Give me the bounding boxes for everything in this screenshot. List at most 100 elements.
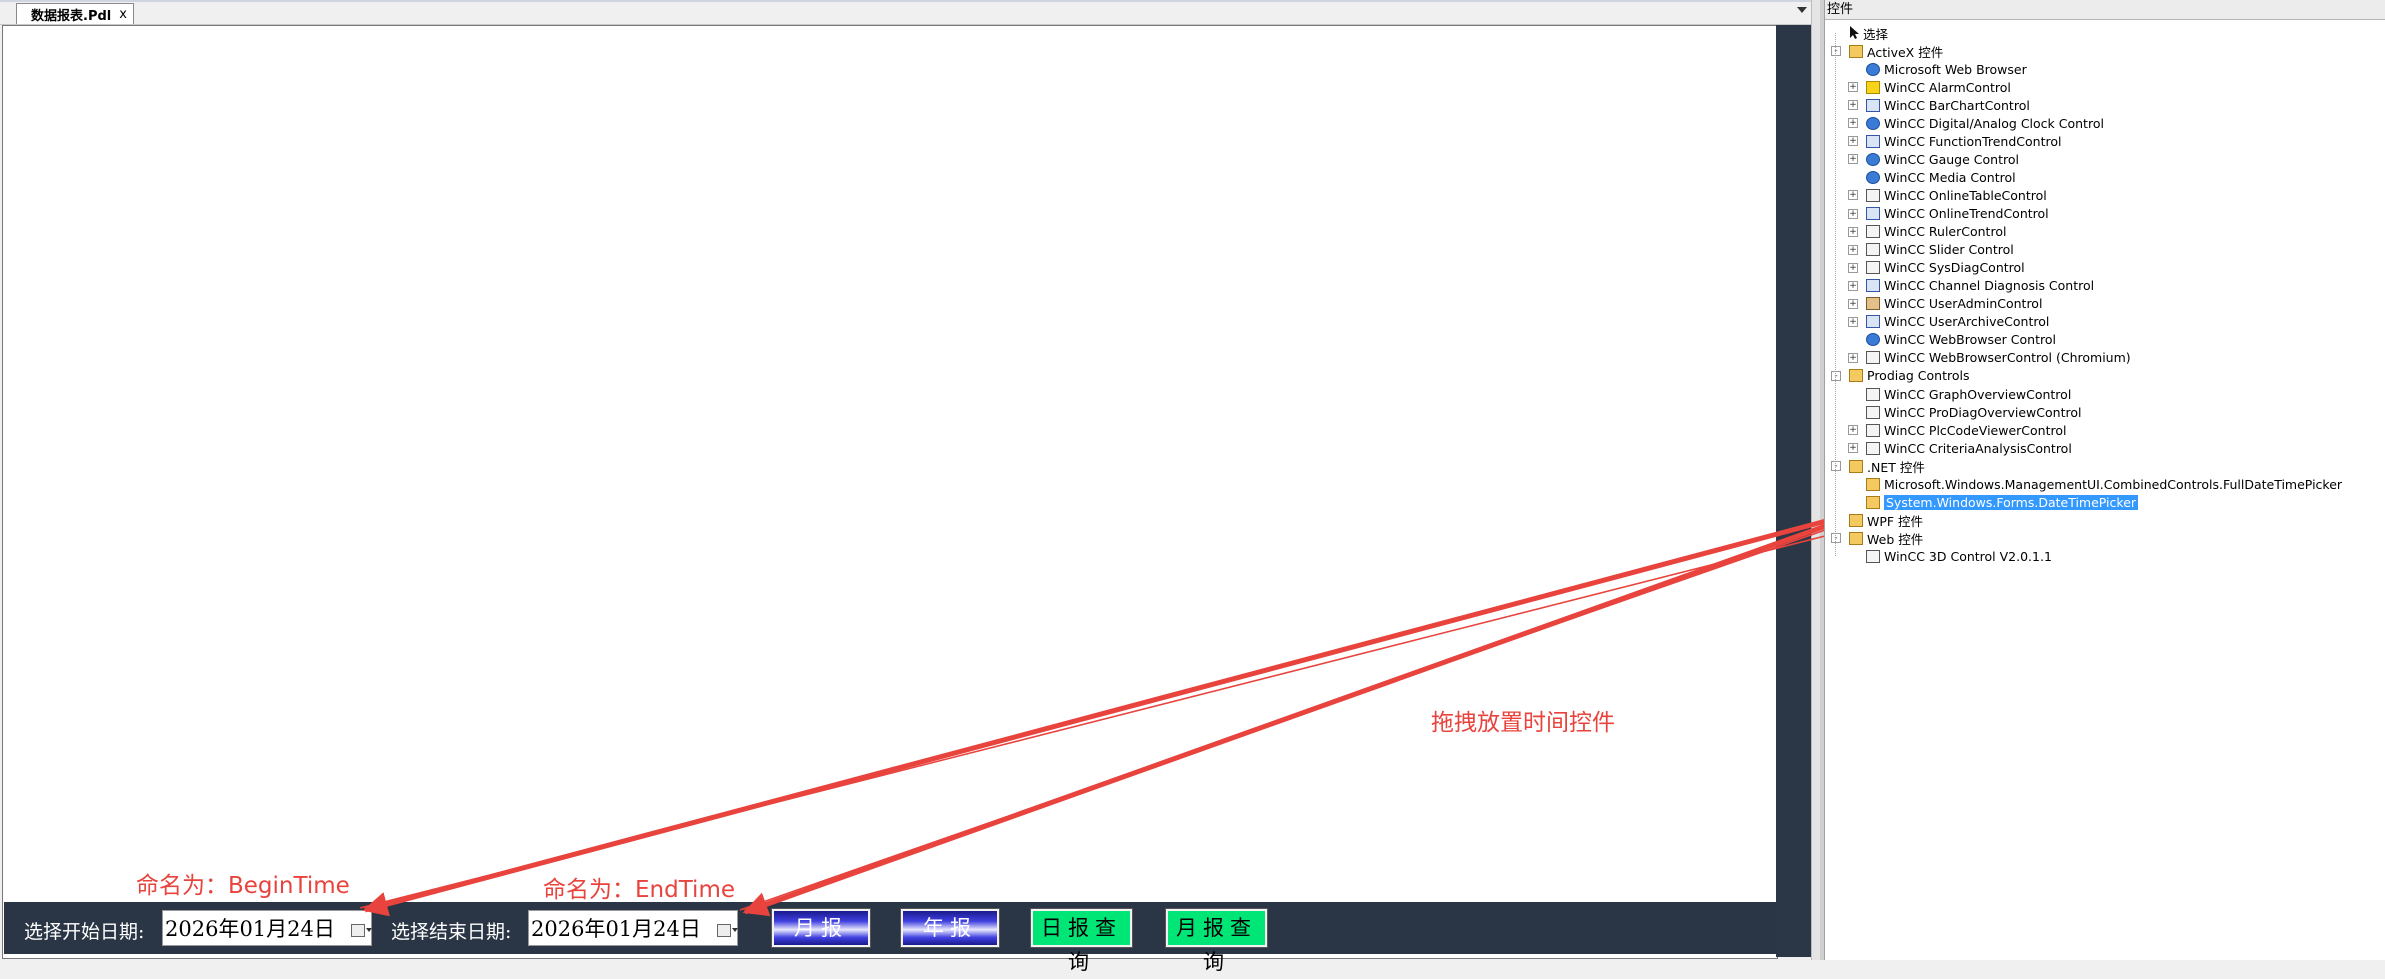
tree-group[interactable]: - ActiveX 控件 — [1831, 42, 1944, 60]
expand-icon[interactable]: + — [1848, 118, 1858, 129]
chart-icon — [1866, 279, 1880, 293]
grid-icon — [1866, 423, 1880, 437]
collapse-icon[interactable]: - — [1831, 533, 1841, 544]
tree-item[interactable]: + WinCC AlarmControl — [1848, 78, 2011, 96]
tree-item[interactable]: WinCC 3D Control V2.0.1.1 — [1866, 547, 2052, 565]
expand-icon[interactable]: + — [1848, 244, 1858, 255]
tree-item-label: WinCC Slider Control — [1884, 242, 2014, 258]
tree-item-label: WinCC PlcCodeViewerControl — [1884, 422, 2067, 438]
tree-item[interactable]: WinCC ProDiagOverviewControl — [1866, 403, 2081, 421]
tree-group[interactable]: WPF 控件 — [1849, 511, 1923, 529]
expand-icon[interactable]: + — [1848, 82, 1858, 93]
tree-item[interactable]: + WinCC RulerControl — [1848, 223, 2007, 241]
tree-item-label: WinCC UserArchiveControl — [1884, 314, 2050, 330]
grid-icon — [1866, 261, 1880, 275]
arrow-thick-to-begin — [362, 509, 1861, 917]
tree-item[interactable]: Microsoft.Windows.ManagementUI.CombinedC… — [1866, 475, 2342, 493]
folder-icon — [1849, 513, 1863, 527]
tree-item-label: ActiveX 控件 — [1867, 44, 1944, 60]
tree-item[interactable]: + WinCC SysDiagControl — [1848, 259, 2025, 277]
expand-icon[interactable]: + — [1848, 316, 1858, 327]
tree-item[interactable]: WinCC GraphOverviewControl — [1866, 385, 2071, 403]
expand-icon[interactable]: + — [1848, 298, 1858, 309]
tree-item[interactable]: WinCC WebBrowser Control — [1866, 331, 2056, 349]
expand-icon[interactable]: + — [1848, 190, 1858, 201]
tree-item[interactable]: + WinCC WebBrowserControl (Chromium) — [1848, 349, 2131, 367]
collapse-icon[interactable]: - — [1831, 46, 1841, 57]
tree-item-label: WinCC Gauge Control — [1884, 151, 2019, 167]
arrow-thick-to-end — [742, 509, 1866, 917]
tree-item-label: WinCC Digital/Analog Clock Control — [1884, 115, 2104, 131]
tree-item[interactable]: WinCC Media Control — [1866, 168, 2016, 186]
tree-item-label: WinCC UserAdminControl — [1884, 296, 2043, 312]
folder-icon — [1849, 531, 1863, 545]
tree-group[interactable]: - Web 控件 — [1831, 529, 1924, 547]
tree-group[interactable]: - .NET 控件 — [1831, 457, 1925, 475]
tree-item[interactable]: System.Windows.Forms.DateTimePicker — [1866, 493, 2139, 511]
globe-icon — [1866, 62, 1880, 76]
cursor-icon — [1849, 26, 1859, 40]
expand-icon[interactable]: + — [1848, 425, 1858, 436]
tree-item-select[interactable]: 选择 — [1849, 24, 1888, 42]
expand-icon[interactable]: + — [1848, 352, 1858, 363]
tree-item[interactable]: + WinCC UserAdminControl — [1848, 295, 2043, 313]
tree-group[interactable]: - Prodiag Controls — [1831, 367, 1970, 385]
collapse-icon[interactable]: - — [1831, 370, 1841, 381]
tree-item[interactable]: + WinCC BarChartControl — [1848, 96, 2030, 114]
tree-item-label: WinCC FunctionTrendControl — [1884, 133, 2062, 149]
tree-item[interactable]: + WinCC PlcCodeViewerControl — [1848, 421, 2067, 439]
tree-item[interactable]: + WinCC Slider Control — [1848, 241, 2014, 259]
tree-item-label: System.Windows.Forms.DateTimePicker — [1884, 494, 2139, 510]
controls-panel: 控件 选择 - ActiveX 控件 Microsoft Web Browser + Wi… — [1824, 0, 2385, 960]
tree-item-label: WinCC WebBrowser Control — [1884, 332, 2056, 348]
grid-icon — [1866, 188, 1880, 202]
tree-item-label: WPF 控件 — [1867, 513, 1924, 529]
tree-item[interactable]: + WinCC OnlineTrendControl — [1848, 205, 2049, 223]
tree-item-label: WinCC ProDiagOverviewControl — [1884, 404, 2082, 420]
folder-icon — [1849, 369, 1863, 383]
expand-icon[interactable]: + — [1848, 154, 1858, 165]
grid-icon — [1866, 351, 1880, 365]
tree-item-label: WinCC RulerControl — [1884, 224, 2007, 240]
grid-icon — [1866, 441, 1880, 455]
tree-item-label: 选择 — [1863, 26, 1889, 42]
tree-item[interactable]: + WinCC Channel Diagnosis Control — [1848, 277, 2094, 295]
tree-item-label: WinCC CriteriaAnalysisControl — [1884, 440, 2072, 456]
net-icon — [1866, 477, 1880, 491]
tree-item-label: Microsoft Web Browser — [1884, 61, 2027, 77]
expand-icon[interactable]: + — [1848, 100, 1858, 111]
tree-item-label: Microsoft.Windows.ManagementUI.CombinedC… — [1884, 476, 2343, 492]
tree-item-label: WinCC OnlineTrendControl — [1884, 206, 2049, 221]
tree-item[interactable]: + WinCC Gauge Control — [1848, 150, 2019, 168]
tree-item-label: WinCC GraphOverviewControl — [1884, 386, 2072, 402]
panel-title: 控件 — [1825, 0, 2385, 20]
tree-item-label: Web 控件 — [1867, 531, 1924, 547]
chart-icon — [1866, 315, 1880, 329]
warn-icon — [1866, 80, 1880, 94]
tree-item-label: WinCC AlarmControl — [1884, 79, 2011, 95]
folder-icon — [1849, 459, 1863, 473]
users-icon — [1866, 297, 1880, 311]
tree-item[interactable]: + WinCC OnlineTableControl — [1848, 186, 2047, 204]
tree-item-label: WinCC Media Control — [1884, 169, 2016, 185]
globe-icon — [1866, 152, 1880, 166]
expand-icon[interactable]: + — [1848, 136, 1858, 147]
tree-item[interactable]: + WinCC CriteriaAnalysisControl — [1848, 439, 2072, 457]
tree-item-label: .NET 控件 — [1867, 459, 1925, 475]
expand-icon[interactable]: + — [1848, 226, 1858, 237]
tree-item-label: WinCC OnlineTableControl — [1884, 187, 2047, 203]
expand-icon[interactable]: + — [1848, 443, 1858, 454]
expand-icon[interactable]: + — [1848, 280, 1858, 291]
tree-item[interactable]: Microsoft Web Browser — [1866, 60, 2027, 78]
grid-icon — [1866, 549, 1880, 563]
tree-item[interactable]: + WinCC FunctionTrendControl — [1848, 132, 2062, 150]
tree-item-label: WinCC BarChartControl — [1884, 97, 2030, 113]
expand-icon[interactable]: + — [1848, 262, 1858, 273]
collapse-icon[interactable]: - — [1831, 461, 1841, 472]
tree-item[interactable]: + WinCC UserArchiveControl — [1848, 313, 2050, 331]
tree-item[interactable]: + WinCC Digital/Analog Clock Control — [1848, 114, 2104, 132]
globe-icon — [1866, 170, 1880, 184]
expand-icon[interactable]: + — [1848, 208, 1858, 219]
tree-item-label: Prodiag Controls — [1867, 368, 1970, 384]
tree-item-label: WinCC WebBrowserControl (Chromium) — [1884, 350, 2131, 366]
